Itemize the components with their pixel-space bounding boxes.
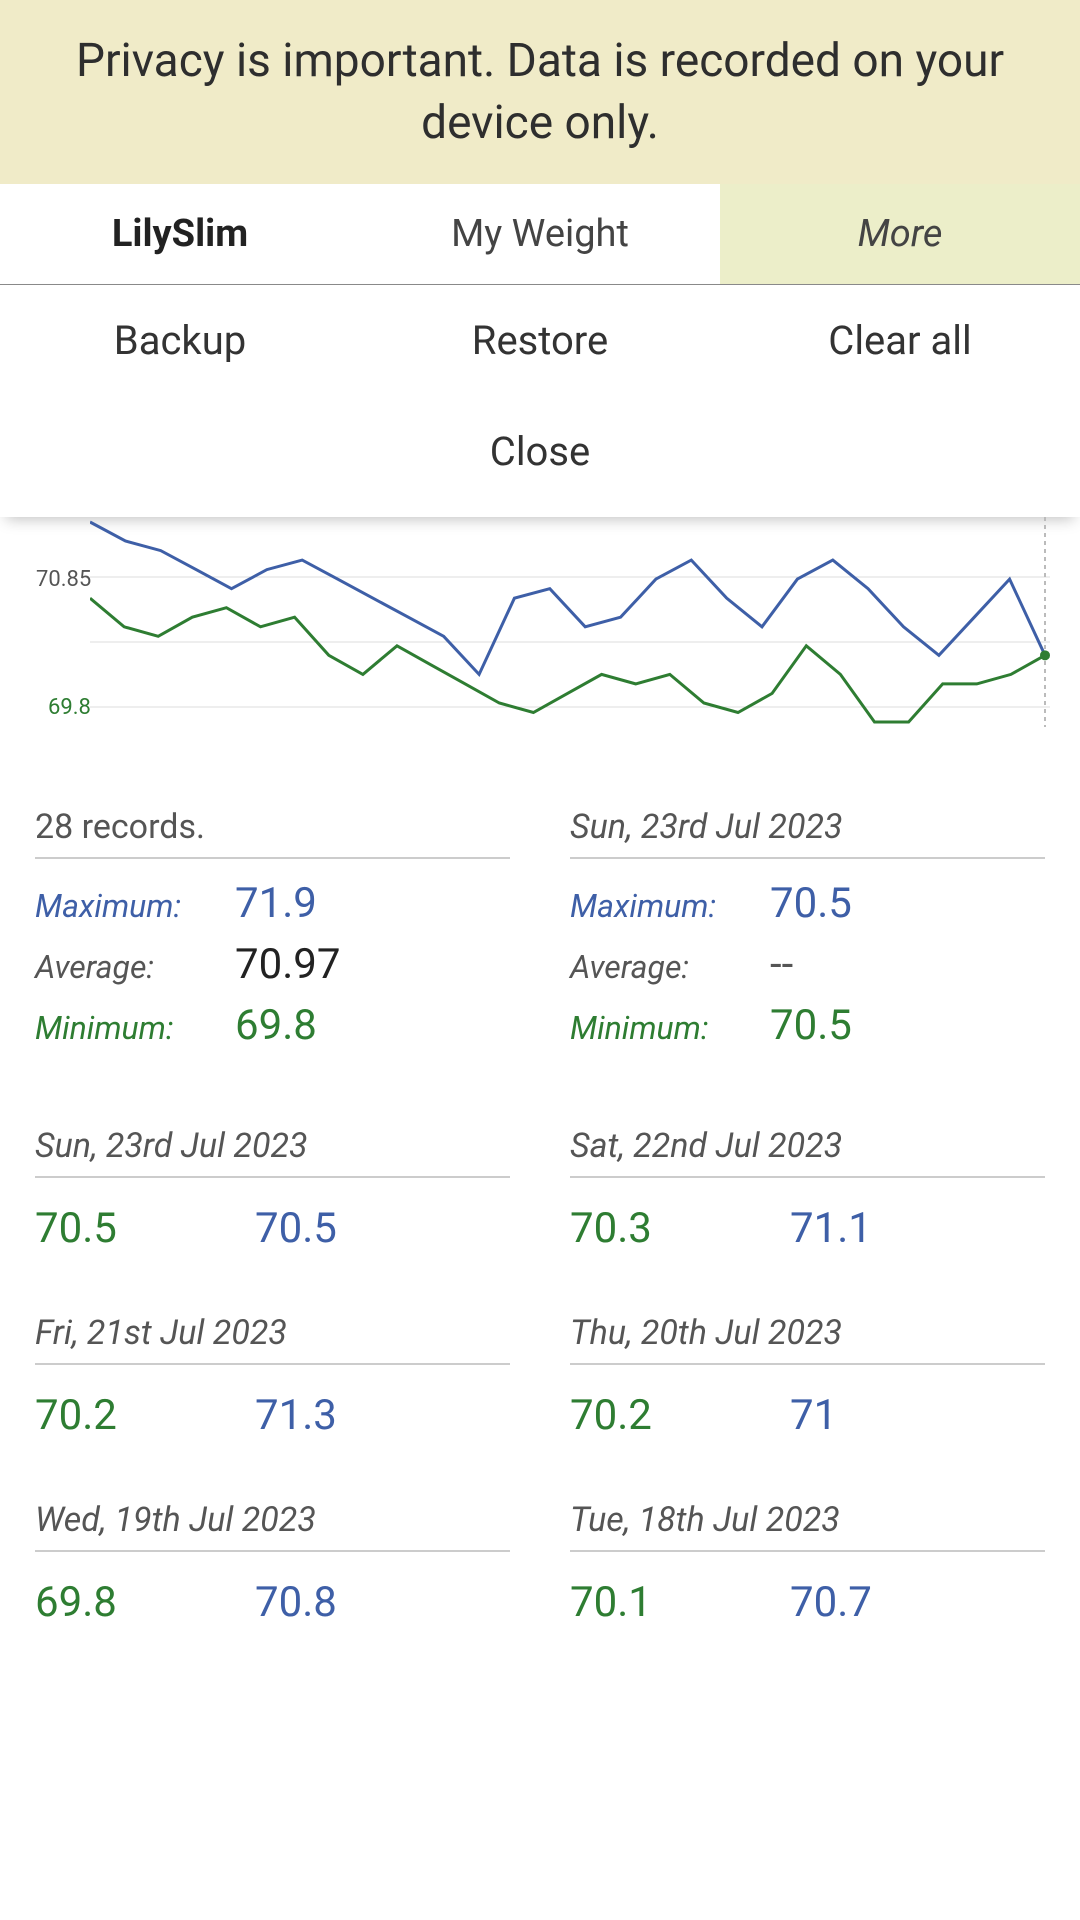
record-values: 70.570.5 bbox=[35, 1204, 510, 1253]
stat-label: Average: bbox=[35, 948, 235, 986]
summary-overall: 28 records. Maximum:71.9Average:70.97Min… bbox=[35, 807, 510, 1056]
stat-label: Minimum: bbox=[35, 1009, 235, 1047]
record-max: 70.8 bbox=[255, 1578, 337, 1627]
record-card[interactable]: Fri, 21st Jul 2023 70.271.3 bbox=[35, 1313, 510, 1440]
stat-value: 71.9 bbox=[235, 879, 317, 928]
more-menu: Backup Restore Clear all Close bbox=[0, 285, 1080, 517]
stat-row: Minimum:70.5 bbox=[570, 995, 1045, 1056]
summary-overall-title: 28 records. bbox=[35, 807, 510, 859]
stat-value: -- bbox=[770, 940, 793, 989]
stat-value: 70.97 bbox=[235, 940, 341, 989]
record-card[interactable]: Wed, 19th Jul 2023 69.870.8 bbox=[35, 1500, 510, 1627]
stat-row: Minimum:69.8 bbox=[35, 995, 510, 1056]
stat-row: Average:70.97 bbox=[35, 934, 510, 995]
stat-label: Minimum: bbox=[570, 1009, 770, 1047]
record-min: 70.2 bbox=[570, 1391, 790, 1440]
record-min: 70.2 bbox=[35, 1391, 255, 1440]
privacy-banner: Privacy is important. Data is recorded o… bbox=[0, 0, 1080, 184]
stat-label: Maximum: bbox=[570, 887, 770, 925]
record-max: 70.5 bbox=[255, 1204, 337, 1253]
chart-svg bbox=[90, 517, 1050, 727]
record-min: 70.3 bbox=[570, 1204, 790, 1253]
record-values: 70.170.7 bbox=[570, 1578, 1045, 1627]
stat-row: Average:-- bbox=[570, 934, 1045, 995]
menu-close[interactable]: Close bbox=[0, 396, 1080, 507]
chart-series-min bbox=[90, 598, 1045, 722]
record-max: 71 bbox=[790, 1391, 837, 1440]
tab-more[interactable]: More bbox=[720, 184, 1080, 284]
stat-value: 70.5 bbox=[770, 879, 852, 928]
stat-value: 69.8 bbox=[235, 1001, 317, 1050]
record-date: Sun, 23rd Jul 2023 bbox=[35, 1126, 510, 1178]
record-card[interactable]: Tue, 18th Jul 2023 70.170.7 bbox=[570, 1500, 1045, 1627]
record-max: 71.1 bbox=[790, 1204, 872, 1253]
record-date: Tue, 18th Jul 2023 bbox=[570, 1500, 1045, 1552]
weight-chart: 70.85 69.8 bbox=[0, 517, 1050, 727]
stat-row: Maximum:70.5 bbox=[570, 873, 1045, 934]
record-date: Wed, 19th Jul 2023 bbox=[35, 1500, 510, 1552]
record-values: 69.870.8 bbox=[35, 1578, 510, 1627]
record-min: 70.1 bbox=[570, 1578, 790, 1627]
record-date: Thu, 20th Jul 2023 bbox=[570, 1313, 1045, 1365]
privacy-banner-text: Privacy is important. Data is recorded o… bbox=[40, 30, 1040, 154]
tab-lilyslim[interactable]: LilySlim bbox=[0, 184, 360, 284]
chart-end-dot bbox=[1040, 651, 1050, 661]
menu-clearall[interactable]: Clear all bbox=[720, 285, 1080, 396]
record-card[interactable]: Sat, 22nd Jul 2023 70.371.1 bbox=[570, 1126, 1045, 1253]
records-list: Sun, 23rd Jul 2023 70.570.5 Sat, 22nd Jul … bbox=[0, 1056, 1080, 1627]
summary-day: Sun, 23rd Jul 2023 Maximum:70.5Average:-… bbox=[570, 807, 1045, 1056]
summary-stats: 28 records. Maximum:71.9Average:70.97Min… bbox=[0, 727, 1080, 1056]
record-values: 70.271 bbox=[570, 1391, 1045, 1440]
stat-row: Maximum:71.9 bbox=[35, 873, 510, 934]
stat-label: Average: bbox=[570, 948, 770, 986]
record-values: 70.271.3 bbox=[35, 1391, 510, 1440]
record-max: 70.7 bbox=[790, 1578, 872, 1627]
stat-value: 70.5 bbox=[770, 1001, 852, 1050]
menu-backup[interactable]: Backup bbox=[0, 285, 360, 396]
record-date: Fri, 21st Jul 2023 bbox=[35, 1313, 510, 1365]
record-max: 71.3 bbox=[255, 1391, 337, 1440]
record-card[interactable]: Thu, 20th Jul 2023 70.271 bbox=[570, 1313, 1045, 1440]
stat-label: Maximum: bbox=[35, 887, 235, 925]
tab-myweight[interactable]: My Weight bbox=[360, 184, 720, 284]
record-date: Sat, 22nd Jul 2023 bbox=[570, 1126, 1045, 1178]
record-min: 69.8 bbox=[35, 1578, 255, 1627]
record-card[interactable]: Sun, 23rd Jul 2023 70.570.5 bbox=[35, 1126, 510, 1253]
chart-ytick: 70.85 bbox=[36, 567, 91, 592]
chart-ytick-min: 69.8 bbox=[48, 695, 91, 720]
menu-restore[interactable]: Restore bbox=[360, 285, 720, 396]
chart-series-max bbox=[90, 522, 1045, 674]
summary-day-title: Sun, 23rd Jul 2023 bbox=[570, 807, 1045, 859]
tab-bar: LilySlim My Weight More bbox=[0, 184, 1080, 285]
record-min: 70.5 bbox=[35, 1204, 255, 1253]
record-values: 70.371.1 bbox=[570, 1204, 1045, 1253]
